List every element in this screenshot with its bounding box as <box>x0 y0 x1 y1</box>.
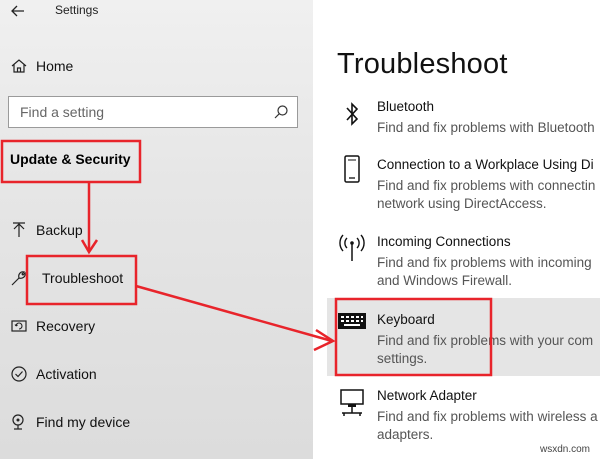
item-name: Bluetooth <box>377 99 435 114</box>
wrench-icon <box>2 269 36 287</box>
item-description: Find and fix problems with your com sett… <box>377 333 594 366</box>
item-name: Keyboard <box>377 312 435 327</box>
sidebar-item-label: Backup <box>36 222 83 238</box>
item-name: Network Adapter <box>377 388 477 403</box>
main-content: Troubleshoot Bluetooth Find and fix prob… <box>313 0 600 459</box>
home-label: Home <box>36 58 74 74</box>
sidebar-item-recovery[interactable]: Recovery <box>0 311 313 341</box>
sidebar-item-activation[interactable]: Activation <box>0 359 313 389</box>
network-adapter-icon <box>335 388 369 418</box>
troubleshoot-item-network-adapter[interactable]: Network Adapter Find and fix problems wi… <box>313 388 600 448</box>
item-description: Find and fix problems with connectin net… <box>377 178 596 211</box>
antenna-icon <box>335 234 369 262</box>
watermark: wsxdn.com <box>539 444 590 455</box>
search-input[interactable] <box>9 97 269 127</box>
recovery-icon <box>2 318 36 334</box>
troubleshoot-item-bluetooth[interactable]: Bluetooth Find and fix problems with Blu… <box>313 99 600 143</box>
title-bar: Settings <box>0 0 313 24</box>
sidebar: Settings Home Update & Security Backup T… <box>0 0 313 459</box>
find-device-icon <box>2 413 36 431</box>
sidebar-item-label: Activation <box>36 366 97 382</box>
troubleshoot-item-keyboard[interactable]: Keyboard Find and fix problems with your… <box>327 298 600 376</box>
bluetooth-icon <box>335 101 369 127</box>
activation-check-icon <box>2 365 36 383</box>
sidebar-item-label: Find my device <box>36 414 131 430</box>
phone-device-icon <box>335 154 369 184</box>
troubleshoot-item-incoming-connections[interactable]: Incoming Connections Find and fix proble… <box>313 234 600 294</box>
backup-icon <box>2 221 36 239</box>
page-title: Troubleshoot <box>337 48 508 80</box>
home-nav-item[interactable]: Home <box>0 51 313 81</box>
keyboard-icon <box>335 312 369 330</box>
back-arrow-icon[interactable] <box>8 2 28 20</box>
item-description: Find and fix problems with wireless a ad… <box>377 409 598 442</box>
sidebar-item-troubleshoot[interactable]: Troubleshoot <box>0 263 313 293</box>
item-description: Find and fix problems with incoming and … <box>377 255 592 288</box>
section-title: Update & Security <box>10 151 131 167</box>
item-name: Connection to a Workplace Using Di <box>377 157 594 172</box>
item-description: Find and fix problems with Bluetooth <box>377 120 595 135</box>
sidebar-item-find-my-device[interactable]: Find my device <box>0 407 313 437</box>
search-box[interactable] <box>8 96 298 128</box>
search-icon[interactable] <box>273 104 289 125</box>
item-name: Incoming Connections <box>377 234 511 249</box>
sidebar-item-label: Troubleshoot <box>42 270 124 286</box>
sidebar-item-backup[interactable]: Backup <box>0 215 313 245</box>
sidebar-item-label: Recovery <box>36 318 96 334</box>
troubleshoot-item-workplace-connection[interactable]: Connection to a Workplace Using Di Find … <box>313 154 600 217</box>
app-title: Settings <box>55 3 99 17</box>
home-icon <box>2 58 36 74</box>
